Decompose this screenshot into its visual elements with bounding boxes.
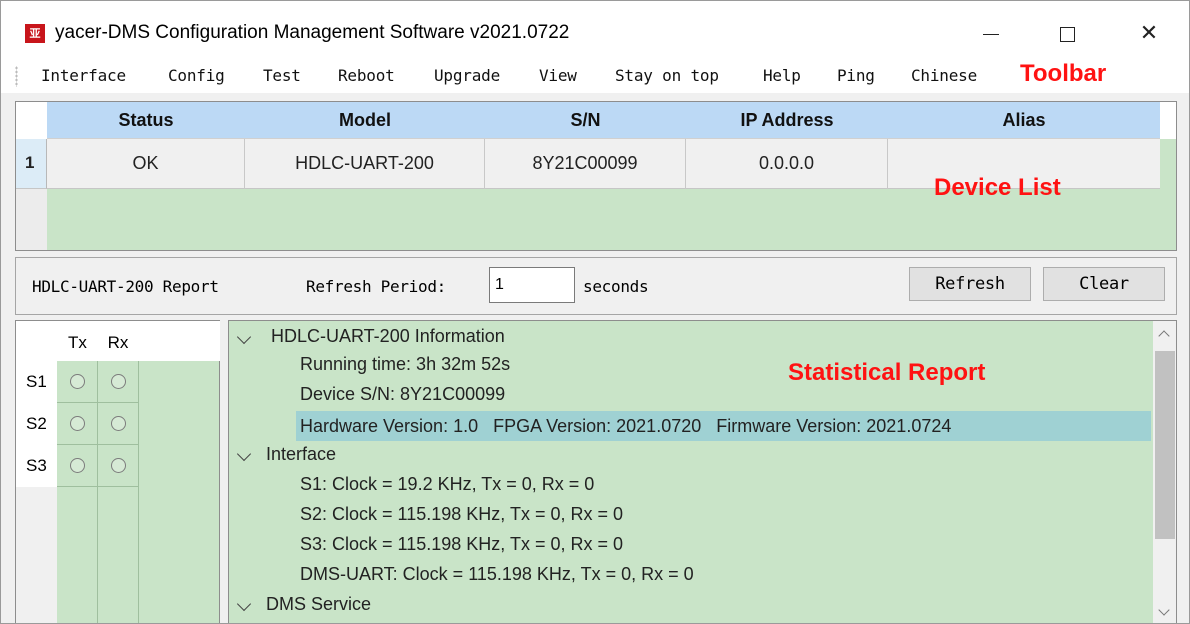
led-s2-tx xyxy=(57,403,98,445)
led-header-rx: Rx xyxy=(98,321,138,361)
vertical-scrollbar[interactable] xyxy=(1153,321,1176,623)
tree-item-versions-selected[interactable]: Hardware Version: 1.0 FPGA Version: 2021… xyxy=(296,411,1151,441)
led-column-divider xyxy=(97,487,98,623)
led-header-tx: Tx xyxy=(57,321,98,361)
port-led-panel: Tx Rx S1 S2 S3 xyxy=(15,320,220,623)
led-s3-rx xyxy=(98,445,139,487)
led-s2-rx xyxy=(98,403,139,445)
cell-sn[interactable]: 8Y21C00099 xyxy=(485,139,686,189)
led-row-label-s3: S3 xyxy=(16,445,57,487)
led-s3-tx xyxy=(57,445,98,487)
menu-chinese[interactable]: Chinese xyxy=(911,66,977,85)
menu-test[interactable]: Test xyxy=(263,66,301,85)
led-s1-tx xyxy=(57,361,98,403)
tree-item-s2[interactable]: S2: Clock = 115.198 KHz, Tx = 0, Rx = 0 xyxy=(300,504,623,525)
table-header-spacer xyxy=(1160,102,1176,139)
menu-bar: Interface Config Test Reboot Upgrade Vie… xyxy=(1,59,1189,93)
window-title: yacer-DMS Configuration Management Softw… xyxy=(55,22,570,43)
table-corner xyxy=(16,102,47,139)
refresh-period-input[interactable]: 1 xyxy=(489,267,575,303)
cell-model[interactable]: HDLC-UART-200 xyxy=(245,139,485,189)
clear-button[interactable]: Clear xyxy=(1043,267,1165,301)
cell-status[interactable]: OK xyxy=(47,139,245,189)
toolbar-grip-icon[interactable] xyxy=(15,66,18,87)
maximize-icon xyxy=(1059,26,1075,42)
app-logo-icon: 亚 xyxy=(25,24,45,43)
cell-ip-address[interactable]: 0.0.0.0 xyxy=(686,139,888,189)
led-row-label-s2: S2 xyxy=(16,403,57,445)
app-window: 亚 yacer-DMS Configuration Management Sof… xyxy=(0,0,1190,624)
tree-item-device-sn[interactable]: Device S/N: 8Y21C00099 xyxy=(300,384,505,405)
table-header-row: Status Model S/N IP Address Alias xyxy=(47,102,1160,139)
column-header-status[interactable]: Status xyxy=(47,102,245,139)
tree-node-dms-service[interactable]: DMS Service xyxy=(266,594,371,615)
chevron-down-icon[interactable] xyxy=(236,446,252,462)
scroll-up-icon[interactable] xyxy=(1158,330,1170,342)
maximize-button[interactable] xyxy=(1037,13,1097,55)
menu-ping[interactable]: Ping xyxy=(837,66,875,85)
scroll-down-icon[interactable] xyxy=(1158,604,1170,616)
menu-config[interactable]: Config xyxy=(168,66,225,85)
statistical-report-tree[interactable]: HDLC-UART-200 Information Running time: … xyxy=(228,320,1177,623)
tree-item-s3[interactable]: S3: Clock = 115.198 KHz, Tx = 0, Rx = 0 xyxy=(300,534,623,555)
seconds-label: seconds xyxy=(583,277,649,296)
menu-upgrade[interactable]: Upgrade xyxy=(434,66,500,85)
led-column-divider xyxy=(138,487,139,623)
tree-node-interface[interactable]: Interface xyxy=(266,444,336,465)
menu-view[interactable]: View xyxy=(539,66,577,85)
device-list-table: Status Model S/N IP Address Alias 1 OK H… xyxy=(15,101,1177,251)
led-row-label-s1: S1 xyxy=(16,361,57,403)
column-header-ip-address[interactable]: IP Address xyxy=(686,102,888,139)
close-button[interactable]: ✕ xyxy=(1119,13,1179,55)
menu-interface[interactable]: Interface xyxy=(41,66,126,85)
minimize-icon xyxy=(983,33,999,35)
tree-node-device-info[interactable]: HDLC-UART-200 Information xyxy=(271,326,505,347)
close-icon: ✕ xyxy=(1139,21,1159,46)
led-indicator-icon xyxy=(69,416,85,431)
led-header-spacer xyxy=(138,321,220,361)
led-indicator-icon xyxy=(110,458,126,473)
minimize-button[interactable] xyxy=(961,13,1021,55)
led-row-label-fill xyxy=(16,487,57,623)
column-header-sn[interactable]: S/N xyxy=(485,102,686,139)
led-s1-rx xyxy=(98,361,139,403)
column-header-model[interactable]: Model xyxy=(245,102,485,139)
led-indicator-icon xyxy=(110,374,126,389)
row-number[interactable]: 1 xyxy=(16,139,47,189)
tree-item-s1[interactable]: S1: Clock = 19.2 KHz, Tx = 0, Rx = 0 xyxy=(300,474,594,495)
statistical-report-annotation: Statistical Report xyxy=(788,359,986,386)
led-header-corner xyxy=(16,321,57,361)
led-indicator-icon xyxy=(69,458,85,473)
chevron-down-icon[interactable] xyxy=(236,329,252,345)
led-indicator-icon xyxy=(110,416,126,431)
menu-stay-on-top[interactable]: Stay on top xyxy=(615,66,719,85)
report-title: HDLC-UART-200 Report xyxy=(32,277,219,296)
row-number-empty xyxy=(16,189,47,250)
led-indicator-icon xyxy=(69,374,85,389)
refresh-period-label: Refresh Period: xyxy=(306,277,446,296)
refresh-button[interactable]: Refresh xyxy=(909,267,1031,301)
column-header-alias[interactable]: Alias xyxy=(888,102,1160,139)
scrollbar-thumb[interactable] xyxy=(1155,351,1175,539)
tree-item-dms-uart[interactable]: DMS-UART: Clock = 115.198 KHz, Tx = 0, R… xyxy=(300,564,694,585)
tree-item-running-time[interactable]: Running time: 3h 32m 52s xyxy=(300,354,510,375)
chevron-down-icon[interactable] xyxy=(236,596,252,612)
toolbar-annotation: Toolbar xyxy=(1020,60,1107,87)
menu-help[interactable]: Help xyxy=(763,66,801,85)
title-bar[interactable]: 亚 yacer-DMS Configuration Management Sof… xyxy=(1,1,1189,59)
menu-reboot[interactable]: Reboot xyxy=(338,66,395,85)
report-toolbar: HDLC-UART-200 Report Refresh Period: 1 s… xyxy=(15,257,1177,315)
device-list-annotation: Device List xyxy=(934,174,1061,201)
